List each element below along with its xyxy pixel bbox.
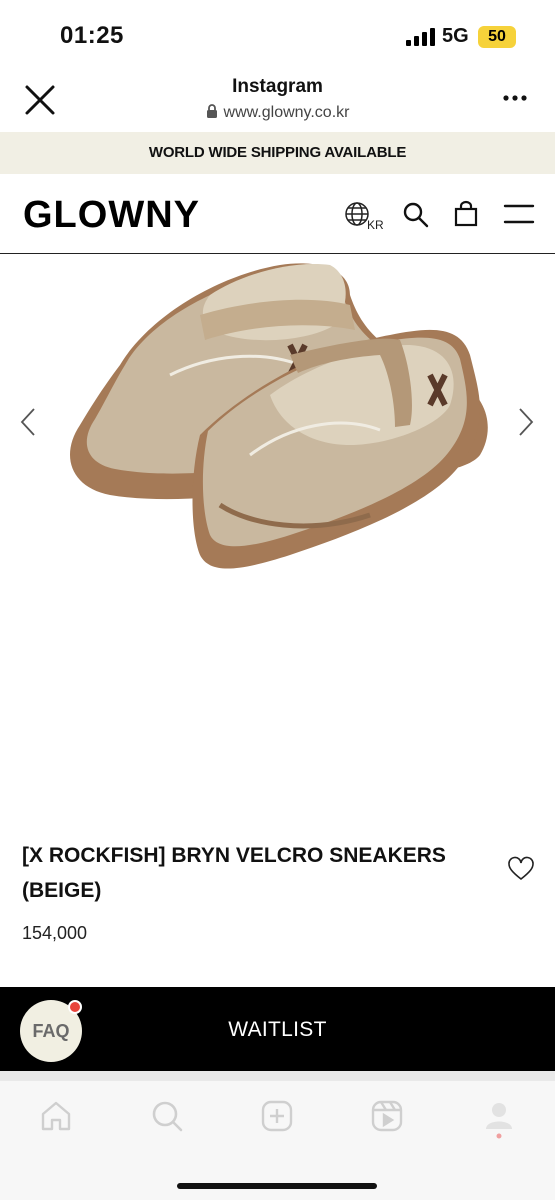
- product-price: 154,000: [22, 923, 88, 943]
- signal-icon: [406, 28, 436, 46]
- profile-icon[interactable]: [482, 1099, 516, 1139]
- status-bar: 01:25 5G 50: [0, 0, 555, 70]
- reels-icon[interactable]: [370, 1099, 404, 1133]
- chevron-right-icon[interactable]: [514, 405, 538, 439]
- url-row: www.glowny.co.kr: [0, 104, 555, 122]
- waitlist-label: WAITLIST: [228, 1018, 327, 1041]
- home-icon[interactable]: [39, 1099, 73, 1133]
- heart-icon[interactable]: [507, 856, 535, 882]
- product-image: [70, 263, 488, 569]
- browser-title: Instagram: [232, 76, 323, 97]
- shipping-banner: WORLD WIDE SHIPPING AVAILABLE: [0, 132, 555, 174]
- product-gallery[interactable]: [0, 255, 555, 815]
- url-text: www.glowny.co.kr: [223, 104, 350, 121]
- site-logo[interactable]: GLOWNY: [23, 194, 200, 237]
- site-header: GLOWNY KR: [0, 174, 555, 254]
- lock-icon: [206, 104, 218, 118]
- tab-strip: [0, 1071, 555, 1081]
- network-label: 5G: [442, 25, 469, 47]
- region-label[interactable]: KR: [367, 218, 384, 232]
- product-title: [X ROCKFISH] BRYN VELCRO SNEAKERS (BEIGE…: [22, 844, 446, 902]
- create-icon[interactable]: [260, 1099, 294, 1133]
- bag-icon[interactable]: [452, 200, 480, 228]
- status-time: 01:25: [60, 22, 124, 49]
- waitlist-button[interactable]: WAITLIST: [0, 987, 555, 1071]
- search-icon[interactable]: [402, 201, 430, 229]
- home-indicator: [177, 1183, 377, 1189]
- notification-badge: [68, 1000, 82, 1014]
- chevron-left-icon[interactable]: [16, 405, 40, 439]
- more-icon[interactable]: [500, 86, 530, 110]
- explore-icon[interactable]: [150, 1099, 184, 1133]
- battery-indicator: 50: [478, 26, 516, 48]
- browser-header: Instagram www.glowny.co.kr: [0, 70, 555, 132]
- menu-icon[interactable]: [503, 202, 535, 226]
